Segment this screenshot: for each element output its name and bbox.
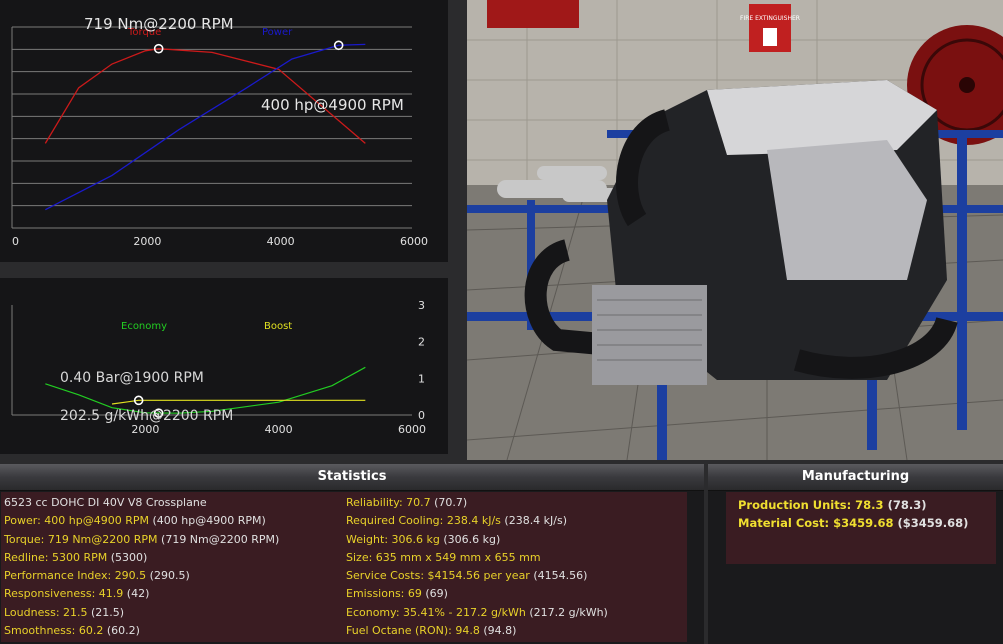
stat-base-value: (78.3)	[883, 498, 927, 512]
power-legend: Power	[262, 27, 293, 38]
engine-scene: FIRE EXTINGUISHER	[467, 0, 1003, 460]
engine-intake	[707, 80, 937, 155]
stat-value: Emissions: 69	[346, 587, 422, 601]
stat-value: Fuel Octane (RON): 94.8	[346, 624, 480, 638]
power-peak-annotation: 400 hp@4900 RPM	[261, 96, 404, 114]
stat-base-value: (60.2)	[103, 624, 140, 638]
stat-base-value: (4154.56)	[529, 569, 588, 583]
stat-value: Performance Index: 290.5	[4, 569, 147, 583]
stat-base-value: (69)	[421, 587, 448, 601]
economy-boost-chart: 2000 4000 6000 0 1 2 3 Economy Boost 0.40 Bar@190…	[0, 278, 448, 454]
x-tick-label: 4000	[265, 423, 293, 436]
stat-value: Smoothness: 60.2	[4, 624, 104, 638]
statistics-body: 6523 cc DOHC DI 40V V8 Crossplane Power: …	[1, 492, 687, 642]
fire-sign-arrow	[763, 28, 777, 46]
stat-base-value: (70.7)	[430, 496, 468, 509]
stat-base-value: (94.8)	[479, 624, 517, 638]
engine-3d-viewport[interactable]: FIRE EXTINGUISHER	[467, 0, 1003, 460]
stat-row: Reliability: 70.7 (70.7)	[346, 494, 608, 512]
boost-legend: Boost	[264, 321, 292, 332]
stat-row: Material Cost: $3459.68 ($3459.68)	[726, 514, 996, 532]
stat-row: Weight: 306.6 kg (306.6 kg)	[346, 531, 608, 549]
stat-value: Service Costs: $4154.56 per year	[346, 569, 530, 583]
boost-line	[111, 399, 366, 405]
stat-base-value: (238.4 kJ/s)	[500, 514, 568, 528]
stat-value: Production Units: 78.3	[738, 498, 884, 512]
economy-legend: Economy	[121, 321, 167, 332]
stat-base-value: (42)	[123, 587, 150, 601]
manufacturing-body: Production Units: 78.3 (78.3) Material Co…	[726, 492, 996, 564]
stat-row: Service Costs: $4154.56 per year (4154.5…	[346, 567, 608, 585]
stat-base-value: (5300)	[107, 550, 148, 564]
stat-value: Weight: 306.6 kg	[346, 532, 440, 546]
manufacturing-panel: Manufacturing Production Units: 78.3 (78…	[708, 464, 1003, 644]
wall-sign	[487, 0, 579, 28]
torque-power-chart-svg: 0 2000 4000 6000Torque Power719 Nm@2200 RPM4…	[11, 15, 428, 248]
torque-peak-annotation: 719 Nm@2200 RPM	[84, 15, 234, 33]
stat-row: Responsiveness: 41.9 (42)	[4, 585, 279, 603]
stat-value: Material Cost: $3459.68	[738, 516, 894, 531]
x-tick-label: 4000	[267, 235, 295, 248]
x-tick-label: 6000	[400, 235, 428, 248]
y-tick-label: 1	[418, 372, 425, 385]
stat-row: 6523 cc DOHC DI 40V V8 Crossplane	[4, 494, 279, 512]
stat-row: Size: 635 mm x 549 mm x 655 mm	[346, 549, 608, 567]
stat-base-value: (217.2 g/kWh)	[525, 605, 608, 619]
stat-row: Required Cooling: 238.4 kJ/s (238.4 kJ/s…	[346, 512, 608, 530]
statistics-right-column: Reliability: 70.7 (70.7) Required Cooling…	[346, 494, 608, 640]
stat-row: Power: 400 hp@4900 RPM (400 hp@4900 RPM)	[4, 512, 279, 530]
x-tick-label: 6000	[398, 423, 426, 436]
power-line	[45, 43, 366, 211]
y-tick-label: 2	[418, 336, 425, 349]
fire-sign-text: FIRE EXTINGUISHER	[740, 15, 800, 22]
stat-row: Torque: 719 Nm@2200 RPM (719 Nm@2200 RPM…	[4, 531, 279, 549]
y-tick-label: 0	[418, 409, 425, 422]
manufacturing-title: Manufacturing	[708, 464, 1003, 491]
stat-value: 6523 cc DOHC DI 40V V8 Crossplane	[4, 496, 207, 509]
stat-row: Redline: 5300 RPM (5300)	[4, 549, 279, 567]
stat-base-value: (400 hp@4900 RPM)	[148, 514, 266, 528]
stat-row: Economy: 35.41% - 217.2 g/kWh (217.2 g/k…	[346, 604, 608, 622]
stat-base-value: (21.5)	[87, 605, 125, 619]
stat-value: Size: 635 mm x 549 mm x 655 mm	[346, 550, 541, 564]
stat-row: Fuel Octane (RON): 94.8 (94.8)	[346, 622, 608, 640]
economy-boost-chart-svg: 2000 4000 60000 1 2 3 Economy Boost 0.40 Bar@190…	[11, 299, 426, 436]
stat-value: Responsiveness: 41.9	[4, 587, 124, 601]
stat-base-value: ($3459.68)	[893, 516, 969, 531]
stat-row: Production Units: 78.3 (78.3)	[726, 496, 996, 514]
torque-power-chart: 0 2000 4000 6000 Torque Power 719 Nm@2200 RPM 4…	[0, 0, 448, 262]
x-tick-label: 2000	[131, 423, 159, 436]
x-tick-label: 0	[12, 235, 19, 248]
boost-peak-annotation: 0.40 Bar@1900 RPM	[60, 370, 204, 386]
stat-base-value: (290.5)	[146, 569, 190, 583]
y-tick-label: 3	[418, 299, 425, 312]
stat-value: Reliability: 70.7	[346, 496, 431, 509]
stat-row: Smoothness: 60.2 (60.2)	[4, 622, 279, 640]
stat-value: Redline: 5300 RPM	[4, 550, 108, 564]
statistics-title: Statistics	[0, 464, 704, 491]
stat-base-value: (306.6 kg)	[439, 532, 501, 546]
stat-base-value: (719 Nm@2200 RPM)	[157, 532, 280, 546]
economy-peak-annotation: 202.5 g/kWh@2200 RPM	[60, 408, 233, 424]
stat-value: Required Cooling: 238.4 kJ/s	[346, 514, 501, 528]
x-tick-label: 2000	[133, 235, 161, 248]
statistics-panel: Statistics 6523 cc DOHC DI 40V V8 Crossp…	[0, 464, 704, 644]
stat-value: Loudness: 21.5	[4, 605, 88, 619]
stat-value: Torque: 719 Nm@2200 RPM	[4, 532, 158, 546]
stat-row: Performance Index: 290.5 (290.5)	[4, 567, 279, 585]
stat-row: Loudness: 21.5 (21.5)	[4, 604, 279, 622]
stat-value: Economy: 35.41% - 217.2 g/kWh	[346, 605, 526, 619]
stat-row: Emissions: 69 (69)	[346, 585, 608, 603]
stat-value: Power: 400 hp@4900 RPM	[4, 514, 149, 528]
statistics-left-column: 6523 cc DOHC DI 40V V8 Crossplane Power: …	[4, 494, 279, 640]
